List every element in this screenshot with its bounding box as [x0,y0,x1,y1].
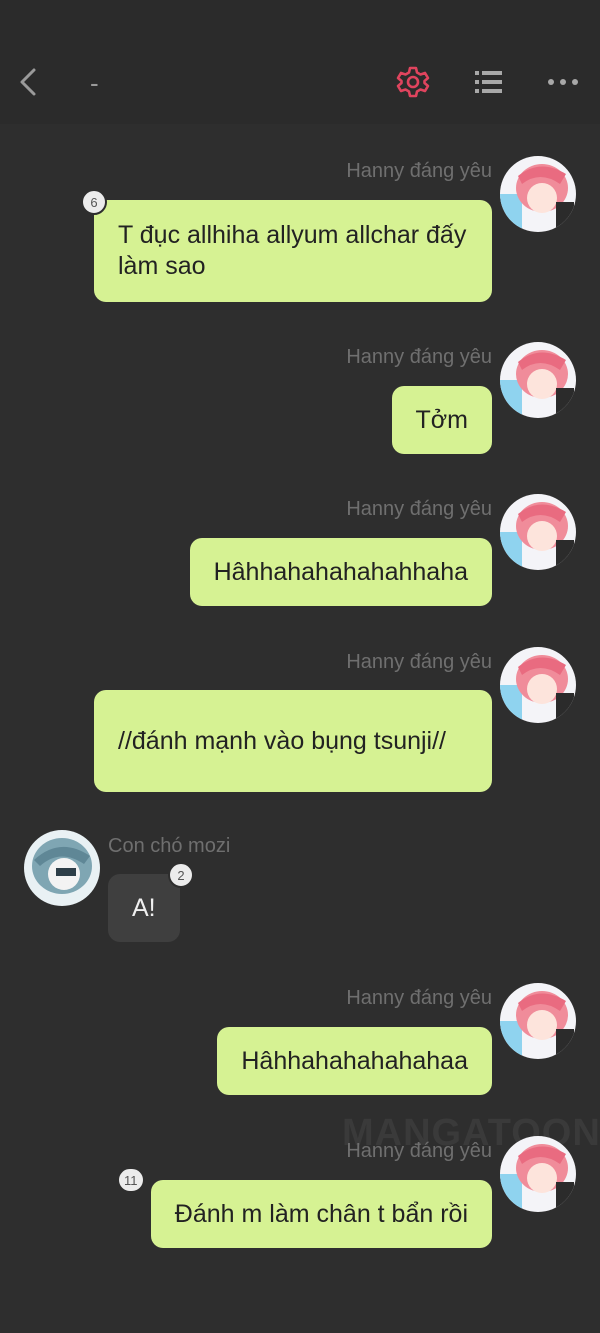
message-text: T đục allhiha allyum allchar đấy làm sao [118,221,467,280]
message-bubble[interactable]: A! [108,874,180,942]
sender-name: Hanny đáng yêu [346,160,492,182]
sender-name: Hanny đáng yêu [346,987,492,1009]
message-text: Hâhhahahahahahhaha [213,557,468,586]
avatar[interactable] [500,983,576,1059]
gear-icon [396,66,430,98]
chevron-left-icon [20,68,36,96]
message-bubble[interactable]: T đục allhiha allyum allchar đấy làm sao [94,200,492,302]
list-button[interactable] [470,64,506,100]
message-bubble[interactable]: Tởm [391,386,492,454]
sender-name: Hanny đáng yêu [346,1140,492,1162]
sender-name: Con chó mozi [108,835,231,857]
avatar[interactable] [500,1136,576,1212]
message-text: A! [132,893,156,922]
anime-girl-avatar-icon [500,342,576,418]
settings-button[interactable] [395,64,431,100]
message-text: Tởm [415,405,469,434]
avatar[interactable] [500,647,576,723]
sender-name: Hanny đáng yêu [346,346,492,368]
list-icon [475,71,502,93]
avatar[interactable] [24,830,100,906]
anime-girl-avatar-icon [500,156,576,232]
avatar[interactable] [500,342,576,418]
count-badge: 6 [81,189,107,215]
anime-girl-avatar-icon [500,647,576,723]
message-bubble[interactable]: Hâhhahahahahahaa [217,1027,492,1095]
message-bubble[interactable]: //đánh mạnh vào bụng tsunji// [94,690,492,792]
sender-name: Hanny đáng yêu [346,498,492,520]
message-bubble[interactable]: Hâhhahahahahahhaha [189,538,492,606]
anime-girl-avatar-icon [500,1136,576,1212]
anime-girl-avatar-icon [500,494,576,570]
back-button[interactable] [14,64,44,100]
anime-boy-avatar-icon [24,830,100,906]
page-title: - [90,68,99,98]
sender-name: Hanny đáng yêu [346,651,492,673]
count-badge: 2 [168,862,194,888]
more-horizontal-icon [548,79,578,85]
count-badge: 11 [117,1167,145,1193]
message-text: Đánh m làm chân t bẩn rồi [174,1199,468,1228]
avatar[interactable] [500,494,576,570]
message-text: //đánh mạnh vào bụng tsunji// [118,726,447,755]
top-bar: - [0,0,600,124]
avatar[interactable] [500,156,576,232]
anime-girl-avatar-icon [500,983,576,1059]
more-button[interactable] [545,64,581,100]
message-bubble[interactable]: Đánh m làm chân t bẩn rồi [150,1180,492,1248]
message-text: Hâhhahahahahahaa [241,1046,468,1075]
